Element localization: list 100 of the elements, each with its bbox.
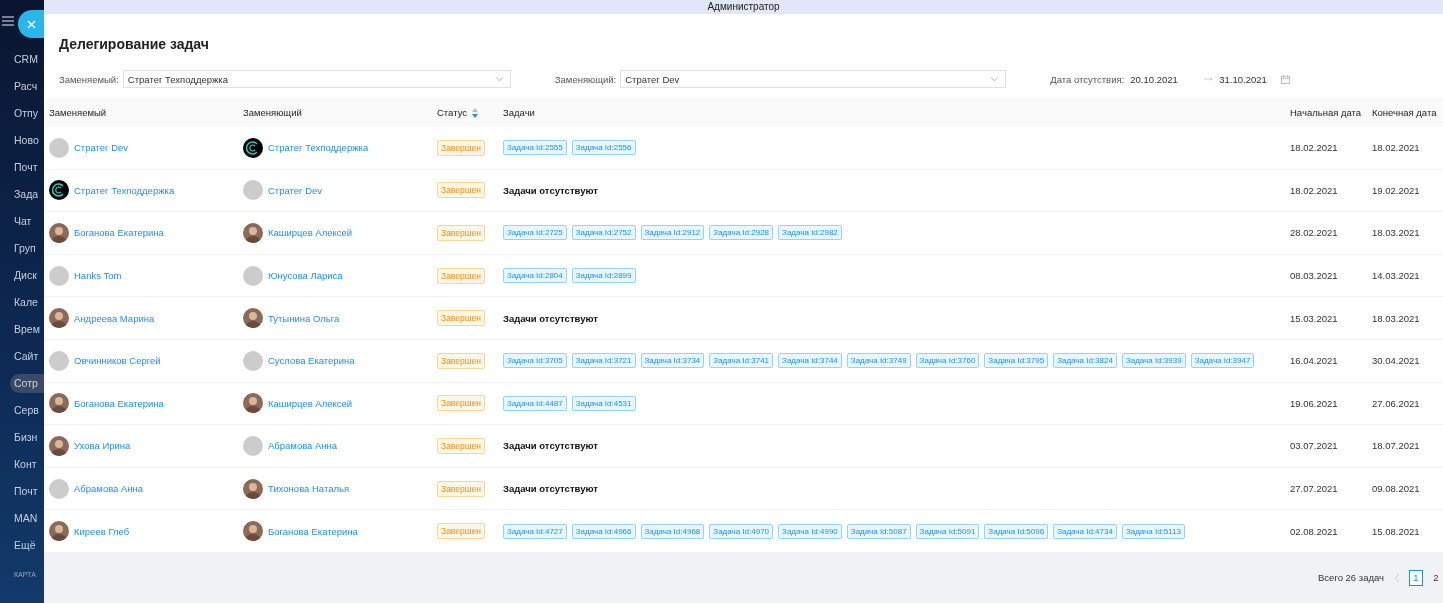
person-link[interactable]: Тутынина Ольга	[268, 312, 340, 324]
person-link[interactable]: Стратег Dev	[268, 184, 323, 196]
status-tag: Завершен	[437, 225, 485, 241]
end-date: 19.02.2021	[1372, 184, 1420, 196]
person-link[interactable]: Стратег Dev	[74, 142, 129, 154]
sidebar-item[interactable]: CRM	[0, 50, 44, 77]
task-tag[interactable]: Задача Id:3734	[640, 353, 705, 369]
task-tag[interactable]: Задача Id:5096	[984, 523, 1049, 539]
sidebar-item[interactable]: Ещё	[0, 536, 44, 563]
end-date: 30.04.2021	[1372, 355, 1420, 367]
person-link[interactable]: Каширцев Алексей	[268, 397, 353, 409]
task-tag[interactable]: Задача Id:3749	[846, 353, 911, 369]
person-link[interactable]: Боганова Екатерина	[74, 397, 164, 409]
sidebar-item[interactable]: Отпу	[0, 104, 44, 131]
task-tag[interactable]: Задача Id:2912	[640, 225, 705, 241]
sidebar-item[interactable]: Диск	[0, 266, 44, 293]
sidebar-item[interactable]: Чат	[0, 212, 44, 239]
task-tag[interactable]: Задача Id:3939	[1121, 353, 1186, 369]
person-link[interactable]: Стратег Техподдержка	[74, 184, 175, 196]
task-tag[interactable]: Задача Id:5091	[915, 523, 980, 539]
person-link[interactable]: Тихонова Наталья	[268, 483, 350, 495]
task-tag[interactable]: Задача Id:4727	[503, 523, 567, 539]
person-link[interactable]: Андреева Марина	[74, 312, 155, 324]
start-date: 18.02.2021	[1290, 142, 1338, 154]
menu-icon[interactable]	[2, 16, 14, 26]
sidebar-item[interactable]: Ново	[0, 131, 44, 158]
task-tag[interactable]: Задача Id:3760	[915, 353, 980, 369]
task-tag[interactable]: Задача Id:4990	[778, 523, 842, 539]
sidebar-item[interactable]: Почт	[0, 482, 44, 509]
status-tag: Завершен	[437, 267, 485, 284]
sidebar-item[interactable]: Расч	[0, 77, 44, 104]
task-tag[interactable]: Задача Id:2555	[503, 140, 567, 156]
column-header[interactable]: Начальная дата	[1290, 107, 1372, 118]
task-tag[interactable]: Задача Id:2804	[503, 268, 567, 284]
end-date: 14.03.2021	[1372, 270, 1420, 282]
task-tag[interactable]: Задача Id:4487	[503, 395, 567, 411]
sidebar-item[interactable]: Груп	[0, 239, 44, 266]
task-tag[interactable]: Задача Id:3744	[778, 353, 842, 369]
sidebar-item[interactable]: Зада	[0, 185, 44, 212]
person-link[interactable]: Абрамова Анна	[74, 483, 144, 495]
sidebar-item[interactable]: Конт	[0, 455, 44, 482]
sidebar-item[interactable]: Почт	[0, 158, 44, 185]
person-link[interactable]: Ухова Ирина	[74, 440, 131, 452]
task-tag[interactable]: Задача Id:4970	[709, 523, 774, 539]
start-date: 16.04.2021	[1290, 355, 1338, 367]
chevron-down-icon	[494, 76, 504, 82]
person-link[interactable]: Стратег Техподдержка	[268, 142, 369, 154]
replaced-select[interactable]: Стратег Техподдержка	[122, 70, 511, 88]
task-tag[interactable]: Задача Id:2982	[778, 225, 842, 241]
filter-label: Заменяющий:	[554, 73, 617, 85]
person-link[interactable]: Hanks Tom	[74, 270, 122, 282]
sidebar-item[interactable]: Бизн	[0, 428, 44, 455]
task-tag[interactable]: Задача Id:3947	[1190, 353, 1255, 369]
task-tag[interactable]: Задача Id:5113	[1121, 523, 1186, 539]
task-tag[interactable]: Задача Id:2725	[503, 225, 567, 241]
page-button[interactable]: 1	[1409, 569, 1423, 586]
replacing-select[interactable]: Стратег Dev	[620, 70, 1007, 88]
person-link[interactable]: Боганова Екатерина	[268, 525, 358, 537]
filter-label: Заменяемый:	[59, 73, 119, 85]
person-link[interactable]: Суслова Екатерина	[268, 355, 355, 367]
column-header[interactable]: Конечная дата	[1372, 107, 1443, 118]
close-button[interactable]	[18, 10, 44, 38]
task-tag[interactable]: Задача Id:3721	[571, 353, 636, 369]
task-tag[interactable]: Задача Id:2928	[709, 225, 774, 241]
person-link[interactable]: Боганова Екатерина	[74, 227, 164, 239]
user-name: Администратор	[707, 0, 780, 14]
end-date: 27.06.2021	[1372, 397, 1420, 409]
no-tasks-text: Задачи отсутствуют	[503, 483, 598, 495]
task-tag[interactable]: Задача Id:3795	[984, 353, 1049, 369]
sort-icon[interactable]	[472, 107, 479, 118]
status-tag: Завершен	[437, 437, 485, 454]
column-header[interactable]: Заменяющий	[243, 107, 437, 118]
sidebar-item[interactable]: Серв	[0, 401, 44, 428]
person-link[interactable]: Абрамова Анна	[268, 440, 338, 452]
person-link[interactable]: Юнусова Лариса	[268, 270, 343, 282]
sidebar-item[interactable]: Врем	[0, 320, 44, 347]
sidebar-item[interactable]: Сотр	[10, 374, 44, 393]
sidebar-item[interactable]: Сайт	[0, 347, 44, 374]
task-tag[interactable]: Задача Id:3741	[709, 353, 774, 369]
date-range-field[interactable]: 20.10.2021 31.10.2021	[1130, 73, 1297, 85]
task-tag[interactable]: Задача Id:2899	[571, 268, 636, 284]
task-tag[interactable]: Задача Id:4966	[571, 523, 636, 539]
task-tag[interactable]: Задача Id:4531	[571, 395, 636, 411]
column-header[interactable]: Заменяемый	[49, 107, 243, 118]
person-link[interactable]: Каширцев Алексей	[268, 227, 353, 239]
page-button[interactable]: 2	[1429, 569, 1443, 586]
column-header[interactable]: Задачи	[503, 107, 1290, 118]
person-link[interactable]: Киреев Глеб	[74, 525, 130, 537]
sidebar-item[interactable]: MAN	[0, 509, 44, 536]
end-date: 15.08.2021	[1372, 525, 1420, 537]
task-tag[interactable]: Задача Id:5087	[846, 523, 911, 539]
person-link[interactable]: Овчинников Сергей	[74, 355, 161, 367]
column-header[interactable]: Статус	[437, 107, 503, 118]
task-tag[interactable]: Задача Id:4734	[1053, 523, 1117, 539]
sidebar-item[interactable]: Кале	[0, 293, 44, 320]
task-tag[interactable]: Задача Id:4968	[640, 523, 705, 539]
task-tag[interactable]: Задача Id:3824	[1053, 353, 1117, 369]
task-tag[interactable]: Задача Id:3705	[503, 353, 567, 369]
task-tag[interactable]: Задача Id:2556	[571, 140, 636, 156]
task-tag[interactable]: Задача Id:2752	[571, 225, 636, 241]
